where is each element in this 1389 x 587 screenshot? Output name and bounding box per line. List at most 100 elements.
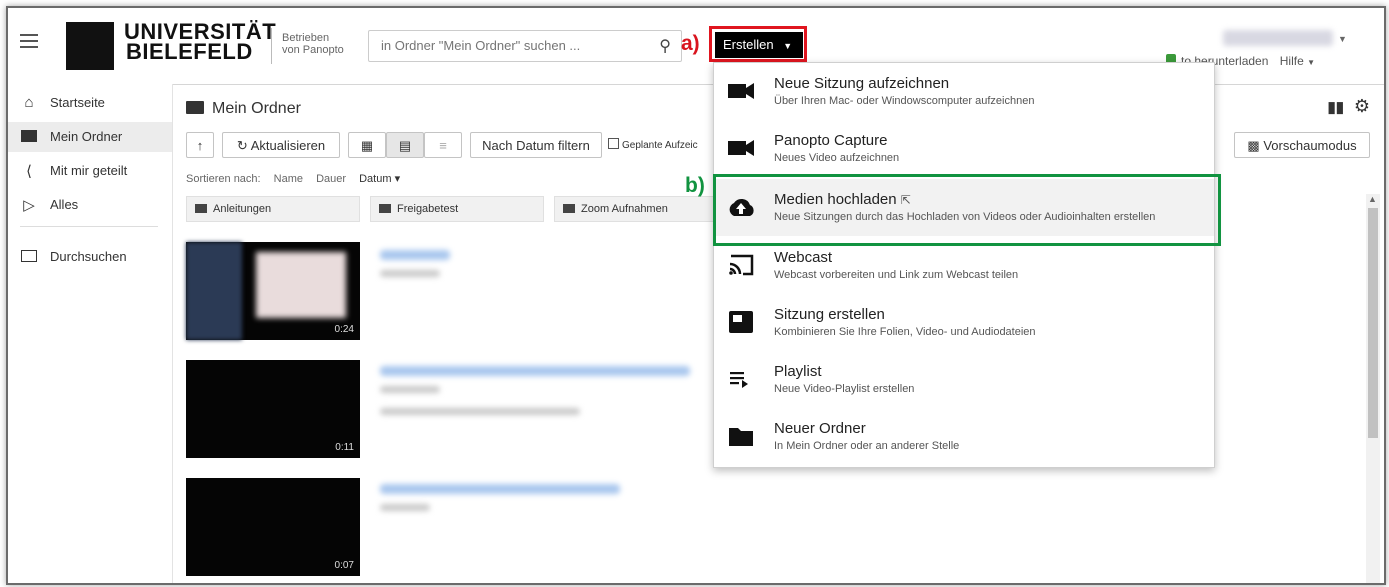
menu-item-create-session[interactable]: Sitzung erstellen Kombinieren Sie Ihre F… — [714, 294, 1214, 351]
refresh-button[interactable]: ↻ Aktualisieren — [222, 132, 340, 158]
preview-label: Vorschaumodus — [1263, 138, 1357, 153]
help-link[interactable]: Hilfe ▼ — [1280, 54, 1315, 68]
powered-by-panopto: Betrieben von Panopto — [282, 32, 344, 56]
page-title: Mein Ordner — [186, 100, 301, 118]
sidebar-item-alles[interactable]: ▷ Alles — [8, 190, 172, 220]
stats-icon[interactable]: ▮▮ — [1327, 98, 1344, 116]
folder-tile-anleitungen[interactable]: Anleitungen — [186, 196, 360, 222]
sidebar: ⌂ Startseite Mein Ordner ⟨ Mit mir getei… — [8, 84, 173, 583]
cast-icon — [729, 254, 754, 276]
video-duration: 0:24 — [334, 324, 354, 335]
video-thumbnail[interactable]: 0:24 — [186, 242, 360, 340]
menu-item-playlist[interactable]: Playlist Neue Video-Playlist erstellen — [714, 351, 1214, 408]
video-meta-blurred — [380, 386, 440, 393]
menu-item-title: Webcast — [774, 249, 833, 266]
scrollbar[interactable]: ▲ — [1366, 194, 1380, 583]
sort-duration-link[interactable]: Dauer — [316, 173, 346, 185]
playlist-icon — [730, 372, 748, 388]
menu-item-subtitle: Über Ihren Mac- oder Windowscomputer auf… — [774, 95, 1035, 107]
help-caret-icon: ▼ — [1307, 58, 1316, 67]
annotation-highlight-create — [709, 26, 807, 62]
sort-date-link[interactable]: Datum ▾ — [359, 173, 400, 185]
folder-tile-label: Freigabetest — [397, 203, 459, 215]
byline-line-2: von Panopto — [282, 44, 344, 56]
video-camera-icon — [728, 83, 754, 99]
folder-tile-zoom-aufnahmen[interactable]: Zoom Aufnahmen — [554, 196, 714, 222]
play-library-icon: ▷ — [23, 197, 35, 214]
folder-icon — [729, 428, 753, 446]
menu-item-title: Neue Sitzung aufzeichnen — [774, 75, 950, 92]
sort-name-link[interactable]: Name — [274, 173, 303, 185]
sidebar-item-durchsuchen[interactable]: Durchsuchen — [8, 242, 172, 272]
preview-mode-button[interactable]: ▩ Vorschaumodus — [1234, 132, 1370, 158]
folder-icon — [563, 204, 575, 213]
user-caret-icon[interactable]: ▼ — [1338, 34, 1347, 44]
up-button[interactable]: ↑ — [186, 132, 214, 158]
menu-item-subtitle: Kombinieren Sie Ihre Folien, Video- und … — [774, 326, 1036, 338]
menu-item-subtitle: Neues Video aufzeichnen — [774, 152, 900, 164]
folder-outline-icon — [20, 248, 38, 266]
sidebar-item-label: Durchsuchen — [50, 249, 127, 264]
university-logo-mark — [66, 22, 114, 70]
video-thumbnail[interactable]: 0:07 — [186, 478, 360, 576]
view-tiles-button[interactable]: ▦ — [348, 132, 386, 158]
folder-tile-freigabetest[interactable]: Freigabetest — [370, 196, 544, 222]
date-filter-button[interactable]: Nach Datum filtern — [470, 132, 602, 158]
sidebar-item-label: Alles — [50, 197, 79, 212]
menu-item-title: Panopto Capture — [774, 132, 888, 149]
annotation-a: a) — [681, 32, 700, 55]
thumbnail-slide-image — [256, 252, 346, 318]
video-duration: 0:07 — [334, 560, 354, 571]
create-dropdown-menu: Neue Sitzung aufzeichnen Über Ihren Mac-… — [713, 62, 1215, 468]
checkbox-icon — [608, 138, 619, 149]
settings-gear-icon[interactable]: ⚙ — [1354, 96, 1370, 117]
refresh-label: Aktualisieren — [250, 138, 326, 153]
search-icon[interactable]: ⚲ — [659, 36, 671, 56]
sidebar-item-startseite[interactable]: ⌂ Startseite — [8, 88, 172, 118]
refresh-icon: ↻ — [236, 138, 248, 153]
sidebar-item-mein-ordner[interactable]: Mein Ordner — [8, 122, 172, 152]
menu-item-panopto-capture[interactable]: Panopto Capture Neues Video aufzeichnen — [714, 120, 1214, 177]
university-logo-text: UNIVERSITÄT BIELEFELD — [124, 21, 276, 64]
video-desc-blurred — [380, 408, 580, 415]
logo-line-2: BIELEFELD — [126, 39, 253, 64]
session-icon — [729, 311, 753, 333]
video-camera-icon — [728, 140, 754, 156]
folder-user-icon — [186, 101, 204, 114]
video-thumbnail[interactable]: 0:11 — [186, 360, 360, 458]
folder-icon — [195, 204, 207, 213]
scheduled-label: Geplante Aufzeic — [622, 140, 698, 151]
scroll-up-icon[interactable]: ▲ — [1368, 194, 1377, 204]
scrollbar-thumb[interactable] — [1368, 208, 1378, 438]
view-list-button[interactable]: ≡ — [424, 132, 462, 158]
logo-divider — [271, 28, 272, 64]
menu-item-new-recording[interactable]: Neue Sitzung aufzeichnen Über Ihren Mac-… — [714, 63, 1214, 120]
scheduled-checkbox[interactable]: Geplante Aufzeic — [608, 138, 698, 151]
menu-item-title: Neuer Ordner — [774, 420, 866, 437]
user-menu[interactable] — [1223, 30, 1333, 46]
video-title-blurred[interactable] — [380, 250, 450, 260]
search-input[interactable] — [379, 37, 643, 54]
thumbnail-person-image — [186, 242, 242, 340]
video-title-blurred[interactable] — [380, 366, 690, 376]
folder-tile-label: Anleitungen — [213, 203, 272, 215]
video-meta-blurred — [380, 504, 430, 511]
sidebar-item-label: Startseite — [50, 95, 105, 110]
byline-line-1: Betrieben — [282, 32, 330, 44]
menu-item-title: Sitzung erstellen — [774, 306, 885, 323]
annotation-highlight-upload — [713, 174, 1221, 246]
menu-item-subtitle: Neue Video-Playlist erstellen — [774, 383, 915, 395]
folder-tile-label: Zoom Aufnahmen — [581, 203, 668, 215]
detail-view-icon: ▤ — [398, 138, 412, 153]
video-title-blurred[interactable] — [380, 484, 620, 494]
view-detail-button[interactable]: ▤ — [386, 132, 424, 158]
folder-user-icon — [20, 128, 38, 146]
annotation-b: b) — [685, 174, 705, 197]
sidebar-item-mit-mir-geteilt[interactable]: ⟨ Mit mir geteilt — [8, 156, 172, 186]
menu-item-new-folder[interactable]: Neuer Ordner In Mein Ordner oder an ande… — [714, 408, 1214, 465]
sort-label: Sortieren nach: — [186, 173, 261, 185]
hamburger-menu-icon[interactable] — [20, 30, 38, 52]
sidebar-item-label: Mein Ordner — [50, 129, 123, 144]
search-box: ⚲ — [368, 30, 682, 62]
arrow-up-icon: ↑ — [196, 138, 204, 153]
